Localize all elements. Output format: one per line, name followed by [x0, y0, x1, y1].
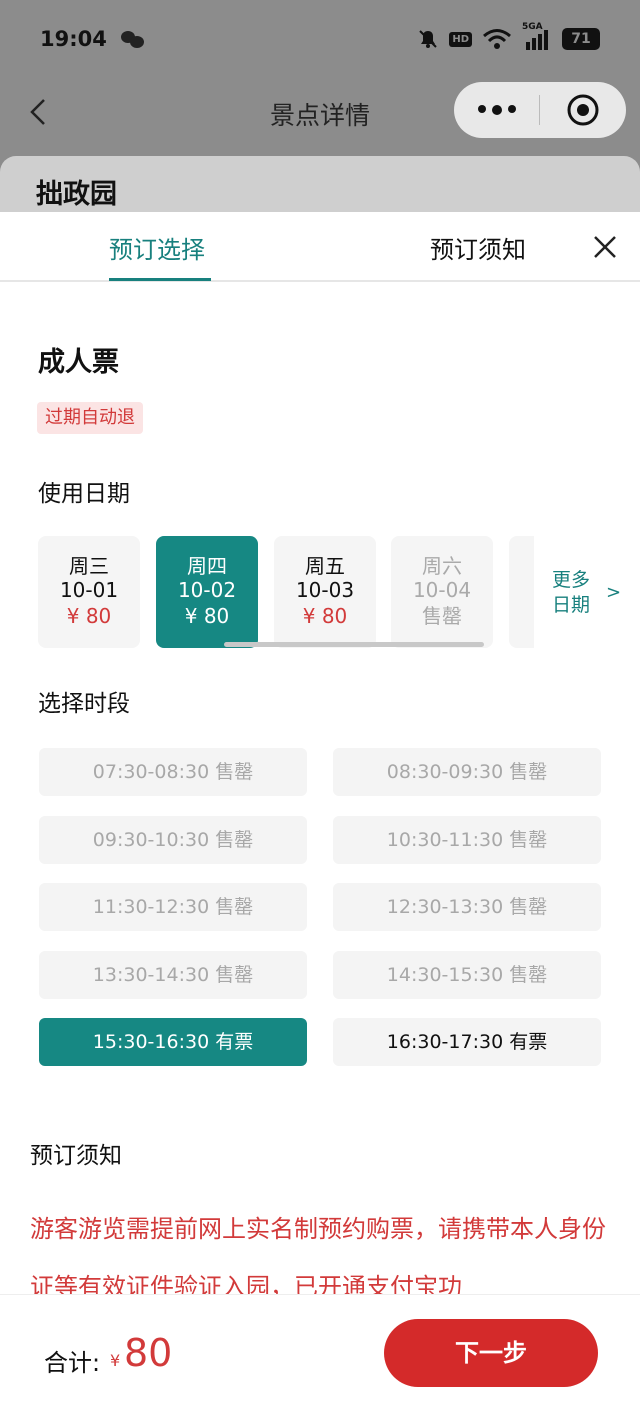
date-weekday: 周四: [187, 554, 227, 578]
time-slot[interactable]: 09:30-10:30 售罄: [39, 816, 307, 864]
time-slot[interactable]: 13:30-14:30 售罄: [39, 951, 307, 999]
hd-badge: HD: [449, 31, 472, 47]
date-card-10-04[interactable]: 周六 10-04 售罄: [391, 536, 493, 648]
time-slot[interactable]: 07:30-08:30 售罄: [39, 748, 307, 796]
time-slot[interactable]: 10:30-11:30 售罄: [333, 816, 601, 864]
time-slot[interactable]: 12:30-13:30 售罄: [333, 883, 601, 931]
attraction-name: 拙政园: [36, 179, 117, 210]
wifi-icon: [482, 28, 512, 50]
time-slot[interactable]: 08:30-09:30 售罄: [333, 748, 601, 796]
date-price: ¥ 80: [302, 604, 348, 628]
date-value: 10-02: [177, 578, 237, 602]
chevron-right-icon[interactable]: >: [606, 582, 621, 603]
tab-active-indicator: [109, 278, 211, 281]
nav-bar: 景点详情: [0, 78, 640, 148]
date-section-label: 使用日期: [38, 481, 130, 507]
close-miniprogram-icon[interactable]: [540, 93, 626, 127]
tab-booking-notice[interactable]: 预订须知: [430, 230, 526, 265]
time-slot[interactable]: 14:30-15:30 售罄: [333, 951, 601, 999]
date-weekday: 周六: [422, 554, 462, 578]
time-section-label: 选择时段: [38, 691, 130, 717]
battery-icon: 71: [562, 28, 600, 50]
ticket-type-title: 成人票: [38, 347, 119, 378]
date-price: ¥ 80: [66, 604, 112, 628]
close-icon[interactable]: [592, 234, 618, 260]
date-selector: 周三 10-01 ¥ 80 周四 10-02 ¥ 80 周五 10-03 ¥ 8…: [38, 536, 534, 650]
status-bar: 19:04 HD 5GA 71: [0, 0, 640, 78]
date-status: 售罄: [422, 604, 462, 628]
cellular-signal-icon: 5GA: [522, 22, 552, 50]
more-options-icon[interactable]: [454, 105, 539, 115]
date-card-10-02[interactable]: 周四 10-02 ¥ 80: [156, 536, 258, 648]
time-slot[interactable]: 11:30-12:30 售罄: [39, 883, 307, 931]
date-value: 10-04: [412, 578, 472, 602]
notice-section-label: 预订须知: [30, 1143, 122, 1169]
total-currency: ¥: [110, 1351, 121, 1370]
date-card-10-01[interactable]: 周三 10-01 ¥ 80: [38, 536, 140, 648]
time-slot[interactable]: 16:30-17:30 有票: [333, 1018, 601, 1066]
checkout-footer: 合计: ¥ 80 下一步: [0, 1294, 640, 1408]
booking-sheet: 预订选择 预订须知 成人票 过期自动退 使用日期 周三 10-01 ¥ 80 周…: [0, 212, 640, 1408]
more-dates-link[interactable]: 更多 日期: [552, 568, 590, 618]
date-scrollbar: [224, 642, 484, 647]
next-step-button[interactable]: 下一步: [384, 1319, 598, 1387]
date-price: ¥ 80: [184, 604, 230, 628]
tab-booking-options[interactable]: 预订选择: [109, 230, 205, 265]
total-amount: 80: [124, 1331, 173, 1375]
time-slot-selected[interactable]: 15:30-16:30 有票: [39, 1018, 307, 1066]
more-dates-line2: 日期: [552, 594, 591, 616]
status-time: 19:04: [40, 27, 107, 51]
date-weekday: 周五: [305, 554, 345, 578]
refund-policy-badge: 过期自动退: [37, 402, 143, 434]
date-weekday: 周三: [69, 554, 109, 578]
date-value: 10-03: [295, 578, 355, 602]
date-card-partial[interactable]: [509, 536, 534, 648]
miniprogram-capsule: [454, 82, 626, 138]
total-label: 合计:: [44, 1349, 101, 1377]
tab-bar: 预订选择 预订须知: [0, 212, 640, 282]
mute-bell-icon: [417, 28, 439, 50]
date-value: 10-01: [59, 578, 119, 602]
wechat-icon: [120, 29, 145, 49]
more-dates-line1: 更多: [552, 569, 591, 591]
date-card-10-03[interactable]: 周五 10-03 ¥ 80: [274, 536, 376, 648]
network-type: 5GA: [522, 22, 543, 32]
